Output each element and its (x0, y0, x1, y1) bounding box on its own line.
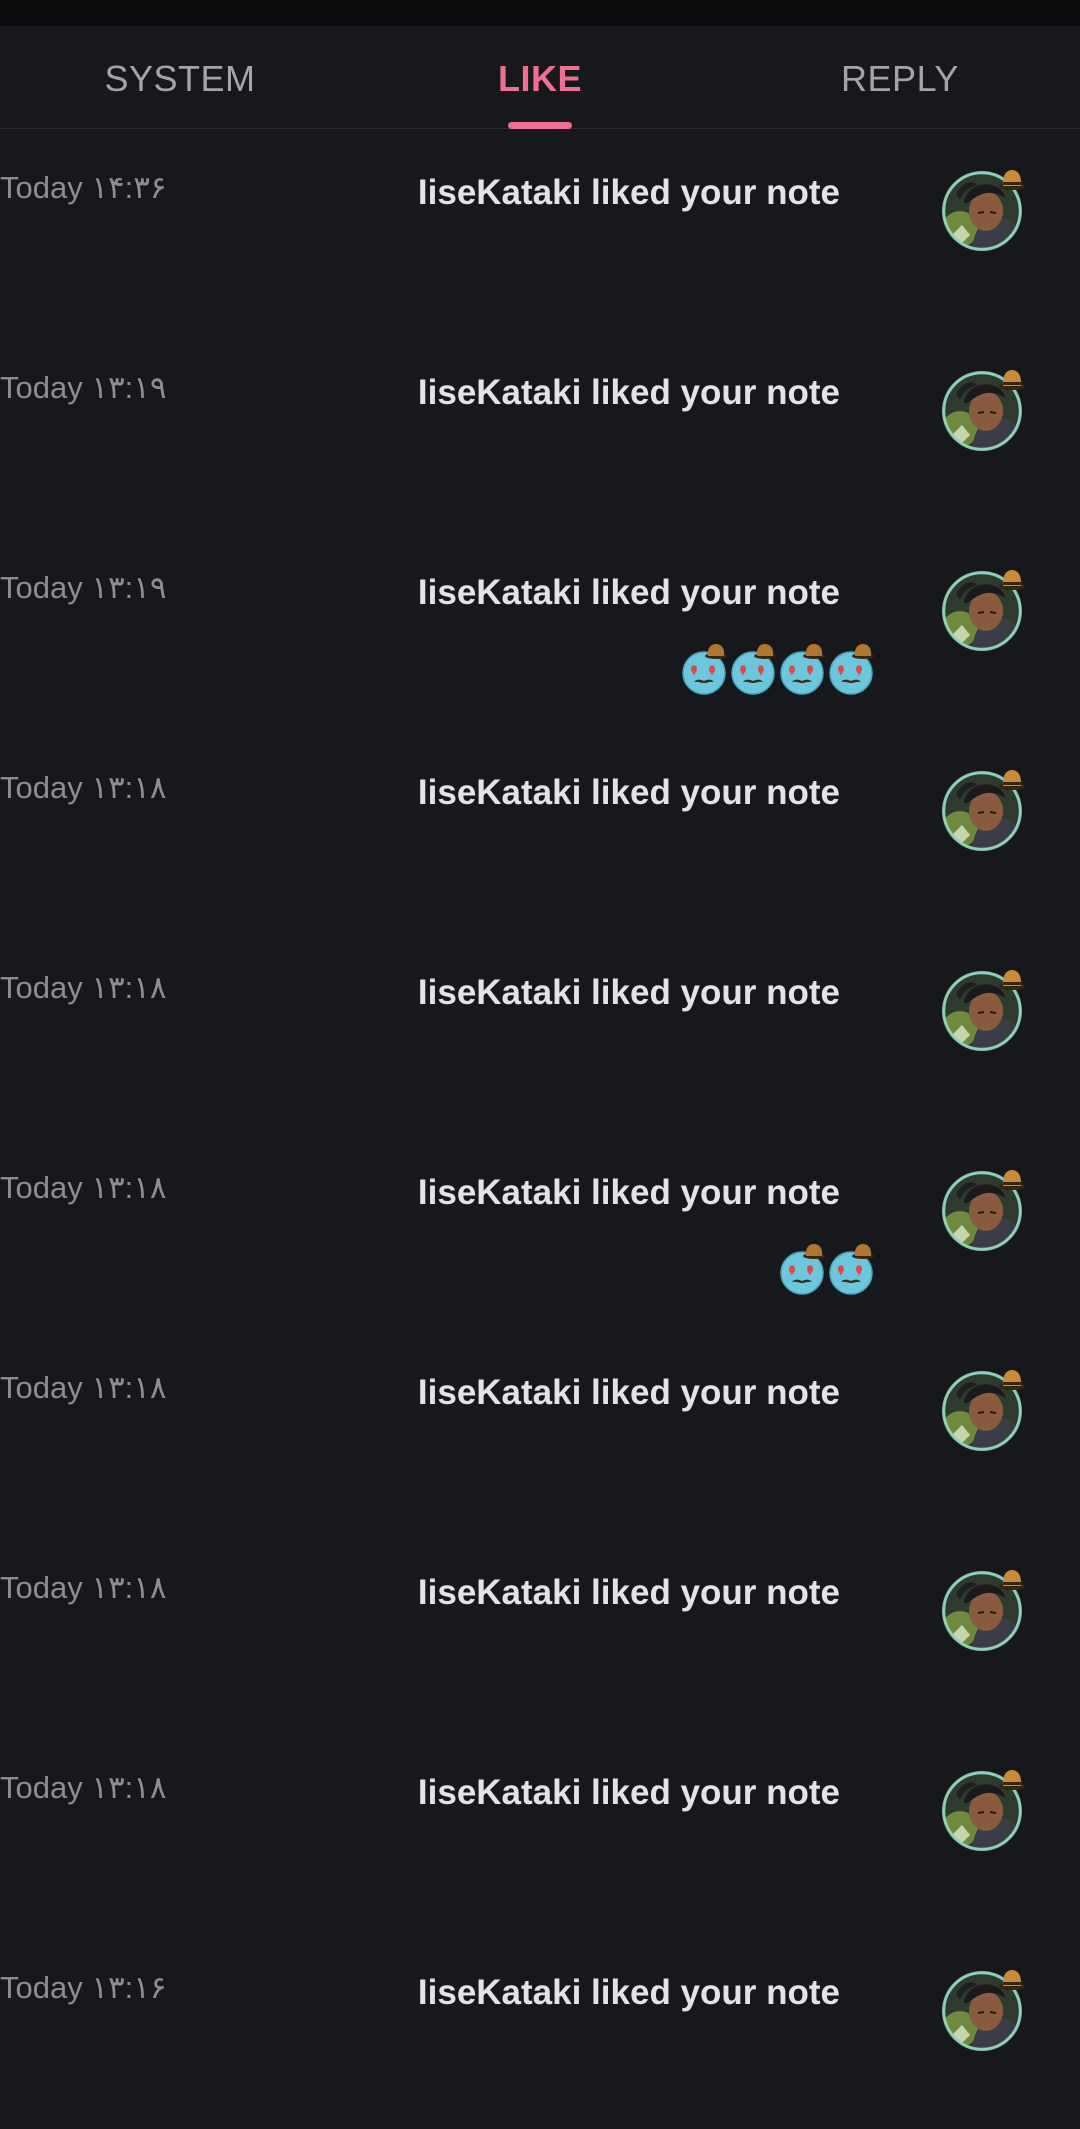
notification-item[interactable]: Today ۱۳:۱۹ IiseKataki liked your note (0, 329, 1080, 529)
notification-message[interactable]: IiseKataki liked your note (418, 1173, 840, 1213)
status-bar (0, 0, 1080, 26)
notification-item[interactable]: Today ۱۳:۱۸ IiseKataki liked your note (0, 1129, 1080, 1329)
tab-like[interactable]: LIKE (420, 26, 660, 128)
user-avatar-icon[interactable] (942, 1565, 1028, 1651)
user-avatar-icon[interactable] (942, 1365, 1028, 1451)
notification-time: Today ۱۳:۱۹ (0, 570, 167, 605)
notification-message[interactable]: IiseKataki liked your note (418, 1773, 840, 1813)
notification-message[interactable]: IiseKataki liked your note (418, 1373, 840, 1413)
reaction-emoji-row (780, 1243, 876, 1295)
user-avatar-icon[interactable] (942, 765, 1028, 851)
notification-message[interactable]: IiseKataki liked your note (418, 973, 840, 1013)
notification-item[interactable]: Today ۱۳:۱۸ IiseKataki liked your note (0, 1529, 1080, 1729)
tab-system[interactable]: SYSTEM (60, 26, 300, 128)
notification-item[interactable]: Today ۱۴:۳۶ IiseKataki liked your note (0, 129, 1080, 329)
notification-time: Today ۱۳:۱۸ (0, 1770, 167, 1805)
heart-eyes-emoji-icon (829, 1243, 876, 1295)
notification-time: Today ۱۴:۳۶ (0, 170, 167, 205)
heart-eyes-emoji-icon (780, 643, 827, 695)
user-avatar-icon[interactable] (942, 165, 1028, 251)
user-avatar-icon[interactable] (942, 365, 1028, 451)
user-avatar-icon[interactable] (942, 565, 1028, 651)
notification-item[interactable]: Today ۱۳:۱۹ IiseKataki liked your note (0, 529, 1080, 729)
reaction-emoji-row (682, 643, 876, 695)
notification-time: Today ۱۳:۱۹ (0, 370, 167, 405)
user-avatar-icon[interactable] (942, 1965, 1028, 2051)
notification-message[interactable]: IiseKataki liked your note (418, 373, 840, 413)
tab-bar: SYSTEM LIKE REPLY (0, 26, 1080, 129)
active-tab-indicator (508, 122, 572, 129)
notification-message[interactable]: IiseKataki liked your note (418, 1973, 840, 2013)
notification-time: Today ۱۳:۱۸ (0, 770, 167, 805)
notification-message[interactable]: IiseKataki liked your note (418, 173, 840, 213)
notification-time: Today ۱۳:۱۸ (0, 1370, 167, 1405)
user-avatar-icon[interactable] (942, 1765, 1028, 1851)
notification-item[interactable]: Today ۱۳:۱۸ IiseKataki liked your note (0, 929, 1080, 1129)
notification-item[interactable]: Today ۱۳:۱۶ IiseKataki liked your note (0, 1929, 1080, 2129)
heart-eyes-emoji-icon (780, 1243, 827, 1295)
notification-time: Today ۱۳:۱۸ (0, 970, 167, 1005)
notification-list[interactable]: Today ۱۴:۳۶ IiseKataki liked your note To… (0, 129, 1080, 2129)
notification-time: Today ۱۳:۱۸ (0, 1570, 167, 1605)
heart-eyes-emoji-icon (829, 643, 876, 695)
notification-time: Today ۱۳:۱۶ (0, 1970, 167, 2005)
heart-eyes-emoji-icon (731, 643, 778, 695)
notification-message[interactable]: IiseKataki liked your note (418, 773, 840, 813)
user-avatar-icon[interactable] (942, 965, 1028, 1051)
heart-eyes-emoji-icon (682, 643, 729, 695)
notification-message[interactable]: IiseKataki liked your note (418, 1573, 840, 1613)
tab-reply[interactable]: REPLY (780, 26, 1020, 128)
notification-message[interactable]: IiseKataki liked your note (418, 573, 840, 613)
notification-time: Today ۱۳:۱۸ (0, 1170, 167, 1205)
notification-item[interactable]: Today ۱۳:۱۸ IiseKataki liked your note (0, 1729, 1080, 1929)
user-avatar-icon[interactable] (942, 1165, 1028, 1251)
notification-item[interactable]: Today ۱۳:۱۸ IiseKataki liked your note (0, 1329, 1080, 1529)
notification-item[interactable]: Today ۱۳:۱۸ IiseKataki liked your note (0, 729, 1080, 929)
